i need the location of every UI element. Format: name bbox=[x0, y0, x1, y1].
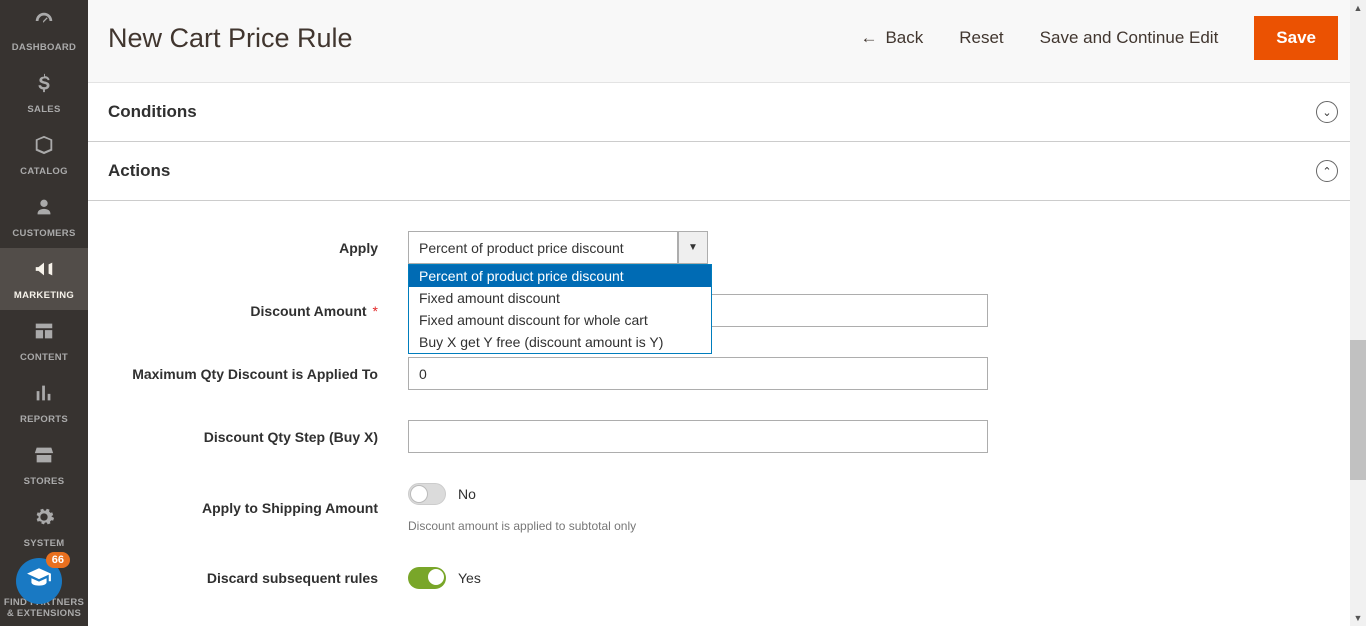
sidebar-item-label: REPORTS bbox=[20, 414, 68, 425]
shipping-hint: Discount amount is applied to subtotal o… bbox=[408, 519, 988, 533]
discount-amount-field: Discount Amount* bbox=[108, 294, 1338, 327]
sidebar-item-label: CATALOG bbox=[20, 166, 68, 177]
max-qty-field: Maximum Qty Discount is Applied To bbox=[108, 357, 1338, 390]
sidebar-item-label-line2: & EXTENSIONS bbox=[7, 609, 81, 620]
storefront-icon bbox=[33, 444, 55, 472]
apply-option[interactable]: Fixed amount discount bbox=[409, 287, 711, 309]
sidebar-item-reports[interactable]: REPORTS bbox=[0, 372, 88, 434]
bar-chart-icon bbox=[33, 382, 55, 410]
vertical-scrollbar[interactable]: ▲ ▼ bbox=[1350, 0, 1366, 626]
discard-field: Discard subsequent rules Yes bbox=[108, 567, 1338, 589]
sidebar-item-stores[interactable]: STORES bbox=[0, 434, 88, 496]
apply-label: Apply bbox=[108, 240, 408, 256]
chevron-up-icon[interactable]: ⌃ bbox=[1316, 160, 1338, 182]
discard-toggle[interactable] bbox=[408, 567, 446, 589]
sidebar-item-label: SALES bbox=[27, 104, 60, 115]
layout-icon bbox=[33, 320, 55, 348]
save-button[interactable]: Save bbox=[1254, 16, 1338, 60]
actions-title: Actions bbox=[108, 161, 170, 181]
sidebar-item-label: CUSTOMERS bbox=[12, 228, 75, 239]
header-actions: ← Back Reset Save and Continue Edit Save bbox=[860, 16, 1338, 60]
graduation-cap-icon bbox=[26, 565, 52, 597]
discard-label: Discard subsequent rules bbox=[108, 570, 408, 586]
max-qty-label: Maximum Qty Discount is Applied To bbox=[108, 366, 408, 382]
apply-option[interactable]: Percent of product price discount bbox=[409, 265, 711, 287]
qty-step-input[interactable] bbox=[408, 420, 988, 453]
person-icon bbox=[33, 196, 55, 224]
save-continue-button[interactable]: Save and Continue Edit bbox=[1040, 28, 1219, 48]
sidebar-item-customers[interactable]: CUSTOMERS bbox=[0, 186, 88, 248]
caret-down-icon[interactable]: ▼ bbox=[678, 231, 708, 264]
back-button[interactable]: ← Back bbox=[860, 28, 923, 48]
shipping-label: Apply to Shipping Amount bbox=[108, 500, 408, 516]
conditions-section-header[interactable]: Conditions ⌄ bbox=[88, 83, 1366, 142]
apply-dropdown: Percent of product price discount Fixed … bbox=[408, 264, 712, 354]
shipping-value-label: No bbox=[458, 486, 476, 502]
megaphone-icon bbox=[33, 258, 55, 286]
sidebar-item-marketing[interactable]: MARKETING bbox=[0, 248, 88, 310]
sidebar-item-content[interactable]: CONTENT bbox=[0, 310, 88, 372]
scroll-up-arrow-icon[interactable]: ▲ bbox=[1350, 0, 1366, 16]
sidebar-item-sales[interactable]: SALES bbox=[0, 62, 88, 124]
sidebar-item-catalog[interactable]: CATALOG bbox=[0, 124, 88, 186]
gear-icon bbox=[33, 506, 55, 534]
box-icon bbox=[33, 134, 55, 162]
sidebar-item-label: SYSTEM bbox=[24, 538, 65, 549]
sidebar-item-label: MARKETING bbox=[14, 290, 74, 301]
fab-badge: 66 bbox=[46, 552, 70, 568]
sidebar-item-label: CONTENT bbox=[20, 352, 68, 363]
sidebar-item-dashboard[interactable]: DASHBOARD bbox=[0, 0, 88, 62]
actions-section-header[interactable]: Actions ⌃ bbox=[88, 142, 1366, 201]
admin-sidebar: DASHBOARD SALES CATALOG CUSTOMERS MARKET… bbox=[0, 0, 88, 626]
apply-selected-value: Percent of product price discount bbox=[408, 231, 678, 264]
max-qty-input[interactable] bbox=[408, 357, 988, 390]
dollar-icon bbox=[33, 72, 55, 100]
actions-form: Apply Percent of product price discount … bbox=[88, 201, 1366, 626]
discount-amount-label: Discount Amount* bbox=[108, 303, 408, 319]
sidebar-item-system[interactable]: SYSTEM bbox=[0, 496, 88, 558]
main-content: New Cart Price Rule ← Back Reset Save an… bbox=[88, 0, 1366, 626]
arrow-left-icon: ← bbox=[860, 28, 877, 48]
help-fab[interactable]: 66 bbox=[16, 558, 62, 604]
dashboard-icon bbox=[33, 10, 55, 38]
scroll-down-arrow-icon[interactable]: ▼ bbox=[1350, 610, 1366, 626]
scrollbar-thumb[interactable] bbox=[1350, 340, 1366, 480]
apply-select[interactable]: Percent of product price discount ▼ Perc… bbox=[408, 231, 708, 264]
sidebar-item-label: STORES bbox=[24, 476, 65, 487]
page-title: New Cart Price Rule bbox=[108, 23, 353, 54]
chevron-down-icon[interactable]: ⌄ bbox=[1316, 101, 1338, 123]
conditions-title: Conditions bbox=[108, 102, 197, 122]
sidebar-item-label: DASHBOARD bbox=[12, 42, 76, 53]
shipping-toggle[interactable] bbox=[408, 483, 446, 505]
back-label: Back bbox=[885, 28, 923, 48]
shipping-field: Apply to Shipping Amount No Discount amo… bbox=[108, 483, 1338, 533]
apply-option[interactable]: Fixed amount discount for whole cart bbox=[409, 309, 711, 331]
qty-step-field: Discount Qty Step (Buy X) bbox=[108, 420, 1338, 453]
apply-option[interactable]: Buy X get Y free (discount amount is Y) bbox=[409, 331, 711, 353]
apply-field: Apply Percent of product price discount … bbox=[108, 231, 1338, 264]
qty-step-label: Discount Qty Step (Buy X) bbox=[108, 429, 408, 445]
page-header: New Cart Price Rule ← Back Reset Save an… bbox=[88, 0, 1366, 83]
reset-button[interactable]: Reset bbox=[959, 28, 1003, 48]
discard-value-label: Yes bbox=[458, 570, 481, 586]
